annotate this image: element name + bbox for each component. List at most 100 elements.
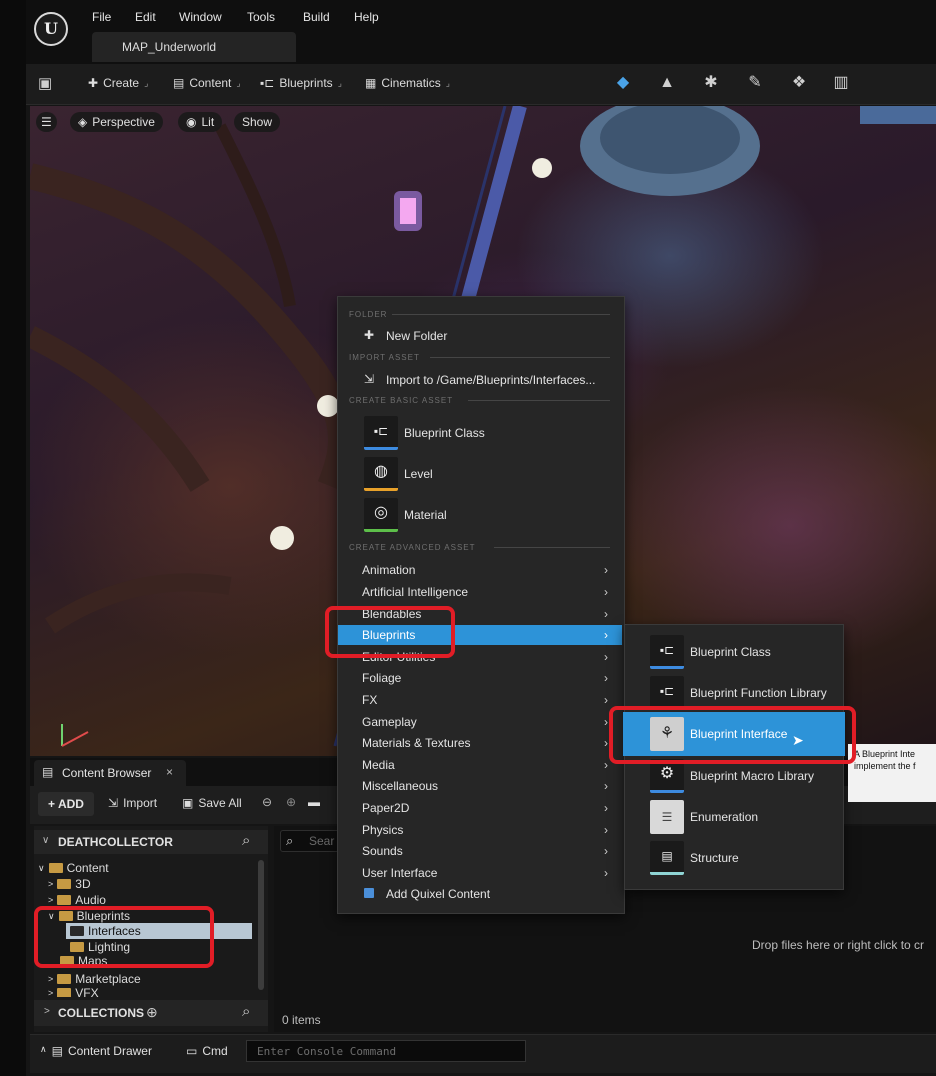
section-folder: FOLDER (349, 310, 387, 319)
perspective-button[interactable]: ◈ Perspective (70, 112, 163, 132)
history-back-icon[interactable]: ⊖ (262, 795, 272, 809)
search-icon[interactable]: ⌕ (242, 832, 250, 849)
create-button[interactable]: ✚ Create ⌟ (88, 76, 148, 90)
adv-materials-textures[interactable]: Materials & Textures (362, 736, 471, 750)
blueprints-toolbar-button[interactable]: ▪⊏ Blueprints ⌟ (260, 76, 342, 90)
tree-item-vfx[interactable]: > VFX (48, 988, 99, 997)
content-drawer-button[interactable]: ∧ ▤ Content Drawer (40, 1044, 152, 1058)
chevron-right-icon: > (48, 974, 54, 984)
project-header[interactable]: ∨ DEATHCOLLECTOR ⌕ (34, 830, 268, 854)
import-to-item[interactable]: Import to /Game/Blueprints/Interfaces... (386, 373, 595, 387)
sub-blueprint-macro-library[interactable]: Blueprint Macro Library (690, 769, 814, 783)
tree-item-audio[interactable]: > Audio (48, 893, 106, 907)
section-label: CREATE ADVANCED ASSET (349, 543, 476, 552)
mesh-paint-mode-icon[interactable]: ✎ (744, 72, 766, 94)
add-button[interactable]: + ADD (38, 792, 94, 816)
chevron-right-icon: › (604, 736, 608, 750)
level-globe-icon: ◍ (364, 457, 398, 491)
adv-user-interface[interactable]: User Interface (362, 866, 437, 880)
lit-button[interactable]: ◉ Lit (178, 112, 223, 132)
cmd-button[interactable]: ▭ Cmd (186, 1044, 228, 1058)
import-icon: ⇲ (108, 796, 119, 810)
blueprint-class-icon: ▪⊏ (650, 635, 684, 669)
cinematics-button[interactable]: ▦ Cinematics ⌟ (365, 76, 450, 90)
show-button[interactable]: Show (234, 112, 281, 132)
project-name: DEATHCOLLECTOR (58, 835, 173, 849)
save-icon[interactable]: ▣ (38, 74, 58, 92)
content-browser-tab[interactable]: ▤ Content Browser × (34, 760, 186, 786)
sub-enumeration[interactable]: Enumeration (690, 810, 758, 824)
adv-physics[interactable]: Physics (362, 823, 403, 837)
asset-search-input[interactable]: ⌕ Sear (280, 830, 340, 852)
adv-sounds[interactable]: Sounds (362, 844, 403, 858)
macro-gear-icon: ⚙ (650, 759, 684, 793)
menu-help[interactable]: Help (354, 10, 379, 24)
chevron-right-icon: > (48, 895, 54, 905)
section-label: FOLDER (349, 310, 388, 319)
sub-structure[interactable]: Structure (690, 851, 739, 865)
folder-icon (57, 895, 72, 905)
unreal-logo-icon[interactable]: U (34, 12, 68, 46)
menu-file[interactable]: File (92, 10, 111, 24)
landscape-mode-icon[interactable]: ▲ (656, 72, 678, 94)
content-label: Content (189, 76, 232, 90)
terminal-icon: ▭ (186, 1044, 198, 1058)
menu-tools[interactable]: Tools (247, 10, 275, 24)
cube-icon: ◈ (78, 115, 88, 129)
adv-foliage[interactable]: Foliage (362, 671, 401, 685)
menu-edit[interactable]: Edit (135, 10, 156, 24)
add-quixel-content-item[interactable]: Add Quixel Content (386, 887, 490, 901)
fracture-mode-icon[interactable]: ❖ (788, 72, 810, 94)
tree-item-content[interactable]: ∨ Content (38, 861, 109, 875)
blueprint-class-icon: ▪⊏ (364, 416, 398, 450)
adv-media[interactable]: Media (362, 758, 395, 772)
content-browser-tab-label: Content Browser (62, 766, 152, 780)
select-mode-icon[interactable]: ◆ (612, 72, 634, 94)
new-folder-item[interactable]: New Folder (386, 329, 447, 343)
tree-item-3d[interactable]: >3D (48, 877, 91, 891)
content-button[interactable]: ▤ Content ⌟ (173, 76, 241, 90)
search-icon[interactable]: ⌕ (242, 1003, 250, 1020)
tree-scrollbar[interactable] (258, 860, 264, 990)
adv-animation[interactable]: Animation (362, 563, 415, 577)
tooltip: A Blueprint Inte implement the f (848, 744, 936, 802)
level-tab[interactable]: MAP_Underworld (92, 32, 296, 62)
chevron-right-icon: › (604, 607, 608, 621)
sub-blueprint-function-library[interactable]: Blueprint Function Library (690, 686, 827, 700)
annotation-blueprints (325, 606, 455, 658)
basic-blueprint-class-item[interactable]: Blueprint Class (404, 426, 485, 440)
adv-gameplay[interactable]: Gameplay (362, 715, 417, 729)
chevron-right-icon: > (48, 988, 54, 997)
adv-miscellaneous[interactable]: Miscellaneous (362, 779, 438, 793)
hamburger-icon: ☰ (41, 115, 52, 129)
chevron-down-icon: ∨ (38, 862, 45, 873)
basic-material-item[interactable]: Material (404, 508, 447, 522)
history-forward-icon[interactable]: ⊕ (286, 795, 296, 809)
adv-fx[interactable]: FX (362, 693, 377, 707)
basic-level-item[interactable]: Level (404, 467, 433, 481)
chevron-right-icon: › (604, 715, 608, 729)
content-drawer-label: Content Drawer (67, 1044, 152, 1058)
enumeration-icon: ☰ (650, 800, 684, 834)
menu-window[interactable]: Window (179, 10, 222, 24)
add-collection-icon[interactable]: ⊕ (146, 1004, 158, 1021)
close-icon[interactable]: × (166, 765, 173, 779)
blueprints-label: Blueprints (279, 76, 333, 90)
menu-build[interactable]: Build (303, 10, 330, 24)
console-input[interactable]: Enter Console Command (246, 1040, 526, 1062)
foliage-mode-icon[interactable]: ✱ (700, 72, 722, 94)
save-all-button[interactable]: ▣ Save All (182, 796, 242, 810)
tree-item-marketplace[interactable]: > Marketplace (48, 972, 141, 986)
structure-icon: ▤ (650, 841, 684, 875)
sub-blueprint-class[interactable]: Blueprint Class (690, 645, 771, 659)
adv-paper2d[interactable]: Paper2D (362, 801, 409, 815)
chevron-down-icon: ⌟ (236, 77, 241, 88)
folder-icon[interactable]: ▬ (308, 795, 320, 809)
chevron-right-icon: › (604, 866, 608, 880)
import-button[interactable]: ⇲ Import (108, 796, 157, 810)
viewport-options-button[interactable]: ☰ (36, 112, 57, 132)
adv-artificial-intelligence[interactable]: Artificial Intelligence (362, 585, 468, 599)
brush-mode-icon[interactable]: ▥ (830, 72, 852, 94)
collections-header[interactable]: > COLLECTIONS ⊕ ⌕ (34, 1000, 268, 1026)
material-sphere-icon: ◎ (364, 498, 398, 532)
